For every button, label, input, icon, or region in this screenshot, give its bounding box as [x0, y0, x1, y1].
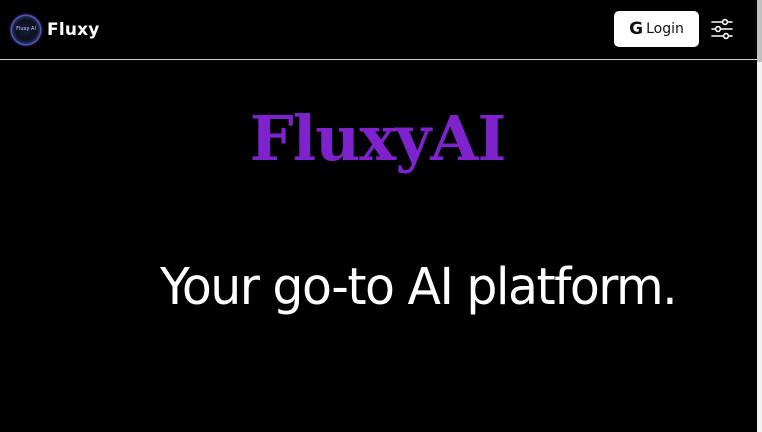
- brand-name: Fluxy: [47, 20, 100, 40]
- scrollbar-thumb[interactable]: [757, 0, 762, 62]
- login-label: Login: [646, 21, 684, 37]
- settings-sliders-icon[interactable]: [711, 18, 733, 40]
- sliders-icon: [711, 18, 733, 40]
- fluxy-logo-icon: Fluxy AI: [12, 16, 40, 44]
- hero-title: FluxyAI: [0, 102, 757, 175]
- hero-title-text: FluxyAI: [249, 102, 507, 175]
- google-g-icon: G: [629, 18, 644, 39]
- page: Fluxy AI Fluxy G Login FluxyAI Your go-t…: [0, 0, 762, 432]
- hero-tagline: Your go-to AI platform.: [160, 258, 678, 317]
- scrollbar-track[interactable]: [757, 0, 762, 432]
- top-nav-bar: Fluxy AI Fluxy G Login: [0, 0, 757, 60]
- logo-text: Fluxy AI: [16, 26, 36, 32]
- brand-home-link[interactable]: Fluxy AI Fluxy: [12, 15, 100, 45]
- google-login-button[interactable]: G Login: [614, 11, 699, 47]
